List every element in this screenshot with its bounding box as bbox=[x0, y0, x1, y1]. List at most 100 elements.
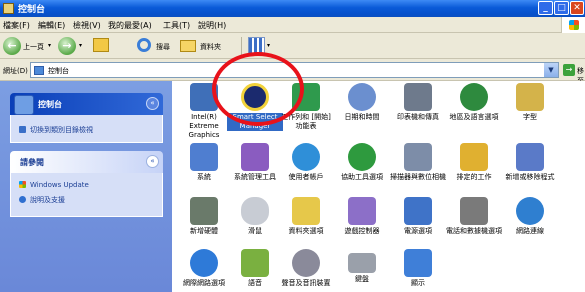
see-also-section-body: Windows Update 說明及支援 bbox=[10, 173, 163, 217]
windows-update-icon bbox=[19, 181, 26, 188]
cp-item[interactable]: 系統管理工具 bbox=[227, 143, 283, 182]
back-button-label[interactable]: 上一頁 bbox=[23, 42, 44, 52]
title-bar: 控制台 _ □ ✕ bbox=[0, 0, 585, 17]
cp-item-label: 新增硬體 bbox=[190, 227, 218, 235]
switch-category-view-link[interactable]: 切換到類別目錄檢視 bbox=[19, 125, 93, 135]
window-title: 控制台 bbox=[18, 5, 46, 15]
folder-options-icon bbox=[292, 197, 320, 225]
phone-modem-icon bbox=[460, 197, 488, 225]
control-panel-section-body: 切換到類別目錄檢視 bbox=[10, 115, 163, 143]
power-icon bbox=[404, 197, 432, 225]
toolbar: ← 上一頁 ▾ → ▾ 搜尋 資料夾 ▾ bbox=[0, 33, 585, 59]
views-dropdown-icon[interactable]: ▾ bbox=[267, 42, 270, 49]
folders-button-label[interactable]: 資料夾 bbox=[200, 42, 221, 52]
search-button-label[interactable]: 搜尋 bbox=[156, 42, 170, 52]
menu-help[interactable]: 說明(H) bbox=[198, 20, 226, 31]
control-panel-icon bbox=[34, 66, 44, 75]
collapse-icon[interactable]: « bbox=[146, 155, 159, 168]
address-dropdown-icon[interactable]: ▼ bbox=[544, 63, 558, 77]
cp-item-label: 網路連線 bbox=[516, 227, 544, 235]
folders-icon[interactable] bbox=[180, 40, 196, 52]
game-controller-icon bbox=[348, 197, 376, 225]
cp-item-label: 網際網路選項 bbox=[183, 279, 225, 287]
cp-item[interactable]: 字型 bbox=[502, 83, 558, 122]
forward-dropdown-icon[interactable]: ▾ bbox=[79, 42, 82, 49]
cp-item[interactable]: 協助工具選項 bbox=[334, 143, 390, 182]
cp-item-label: 工作列和 [開始] 功能表 bbox=[281, 113, 331, 130]
cp-item[interactable]: 鍵盤 bbox=[334, 249, 390, 284]
cp-item[interactable]: 語音 bbox=[227, 249, 283, 288]
cp-item[interactable]: 顯示 bbox=[390, 249, 446, 288]
cp-item-label: 遊戲控制器 bbox=[344, 227, 380, 235]
menu-favorites[interactable]: 我的最愛(A) bbox=[108, 20, 152, 31]
cp-item[interactable]: 網際網路選項 bbox=[176, 249, 232, 288]
see-also-section-header[interactable]: 請參閱 « bbox=[10, 151, 163, 173]
cp-item[interactable]: 聲音及音訊裝置 bbox=[278, 249, 334, 288]
cp-item[interactable]: 印表機和傳真 bbox=[390, 83, 446, 122]
cp-item[interactable]: 網路連線 bbox=[502, 197, 558, 236]
speech-icon bbox=[241, 249, 269, 277]
cp-item-label: 系統管理工具 bbox=[234, 173, 276, 181]
cp-item[interactable]: 滑鼠 bbox=[227, 197, 283, 236]
mouse-icon bbox=[241, 197, 269, 225]
cp-item[interactable]: 地區及語言選項 bbox=[446, 83, 502, 122]
cp-item[interactable]: 系統 bbox=[176, 143, 232, 182]
accessibility-icon bbox=[348, 143, 376, 171]
intel-graphics-icon bbox=[190, 83, 218, 111]
views-icon[interactable] bbox=[248, 37, 265, 54]
cp-item-label: 滑鼠 bbox=[248, 227, 262, 235]
folder-up-icon[interactable] bbox=[93, 38, 109, 52]
search-icon[interactable] bbox=[137, 38, 151, 52]
scanner-icon bbox=[404, 143, 432, 171]
forward-arrow-icon[interactable]: → bbox=[58, 37, 76, 55]
cp-item[interactable]: 新增硬體 bbox=[176, 197, 232, 236]
cp-item-label: 鍵盤 bbox=[355, 275, 369, 283]
address-value[interactable]: 控制台 bbox=[48, 66, 69, 76]
cp-item-label: 字型 bbox=[523, 113, 537, 121]
cp-item[interactable]: 掃描器與數位相機 bbox=[390, 143, 446, 182]
fonts-icon bbox=[516, 83, 544, 111]
category-view-icon bbox=[19, 126, 26, 133]
cp-item-label: 新增或移除程式 bbox=[505, 173, 555, 181]
collapse-icon[interactable]: « bbox=[146, 97, 159, 110]
cp-item[interactable]: Intel(R) Extreme Graphics bbox=[176, 83, 232, 140]
cp-item[interactable]: 資料夾選項 bbox=[278, 197, 334, 236]
menu-tools[interactable]: 工具(T) bbox=[163, 20, 190, 31]
windows-logo-icon bbox=[561, 17, 585, 33]
control-panel-items: Intel(R) Extreme Graphics Smart Select M… bbox=[172, 81, 585, 292]
address-field[interactable]: 控制台 ▼ bbox=[30, 62, 559, 78]
close-button[interactable]: ✕ bbox=[570, 1, 584, 15]
printer-icon bbox=[404, 83, 432, 111]
taskbar-icon bbox=[292, 83, 320, 111]
menu-edit[interactable]: 編輯(E) bbox=[38, 20, 65, 31]
cp-item[interactable]: 電源選項 bbox=[390, 197, 446, 236]
back-arrow-icon[interactable]: ← bbox=[3, 37, 21, 55]
cp-item[interactable]: 新增或移除程式 bbox=[502, 143, 558, 182]
cp-item-label: 顯示 bbox=[411, 279, 425, 287]
cp-item-label: 印表機和傳真 bbox=[397, 113, 439, 121]
cp-item[interactable]: 排定的工作 bbox=[446, 143, 502, 182]
cp-item-label: 排定的工作 bbox=[456, 173, 492, 181]
section-title: 控制台 bbox=[38, 100, 62, 109]
maximize-button[interactable]: □ bbox=[554, 1, 569, 15]
cp-item[interactable]: 使用者帳戶 bbox=[278, 143, 334, 182]
control-panel-section-header[interactable]: 控制台 « bbox=[10, 93, 163, 115]
windows-update-link[interactable]: Windows Update bbox=[19, 181, 89, 189]
keyboard-icon bbox=[348, 253, 376, 273]
cp-item[interactable]: 遊戲控制器 bbox=[334, 197, 390, 236]
back-dropdown-icon[interactable]: ▾ bbox=[48, 42, 51, 49]
cp-item[interactable]: 日期和時間 bbox=[334, 83, 390, 122]
cp-item[interactable]: Smart Select Manager bbox=[227, 83, 283, 131]
minimize-button[interactable]: _ bbox=[538, 1, 553, 15]
smart-select-icon bbox=[241, 83, 269, 111]
cp-item-label: 電源選項 bbox=[404, 227, 432, 235]
cp-item[interactable]: 電話和數據機選項 bbox=[446, 197, 502, 236]
menu-file[interactable]: 檔案(F) bbox=[3, 20, 30, 31]
cp-item[interactable]: 工作列和 [開始] 功能表 bbox=[278, 83, 334, 131]
menu-view[interactable]: 檢視(V) bbox=[73, 20, 101, 31]
go-arrow-icon[interactable]: → bbox=[563, 64, 575, 76]
network-icon bbox=[516, 197, 544, 225]
help-support-link[interactable]: 說明及支援 bbox=[19, 195, 65, 205]
user-accounts-icon bbox=[292, 143, 320, 171]
admin-tools-icon bbox=[241, 143, 269, 171]
